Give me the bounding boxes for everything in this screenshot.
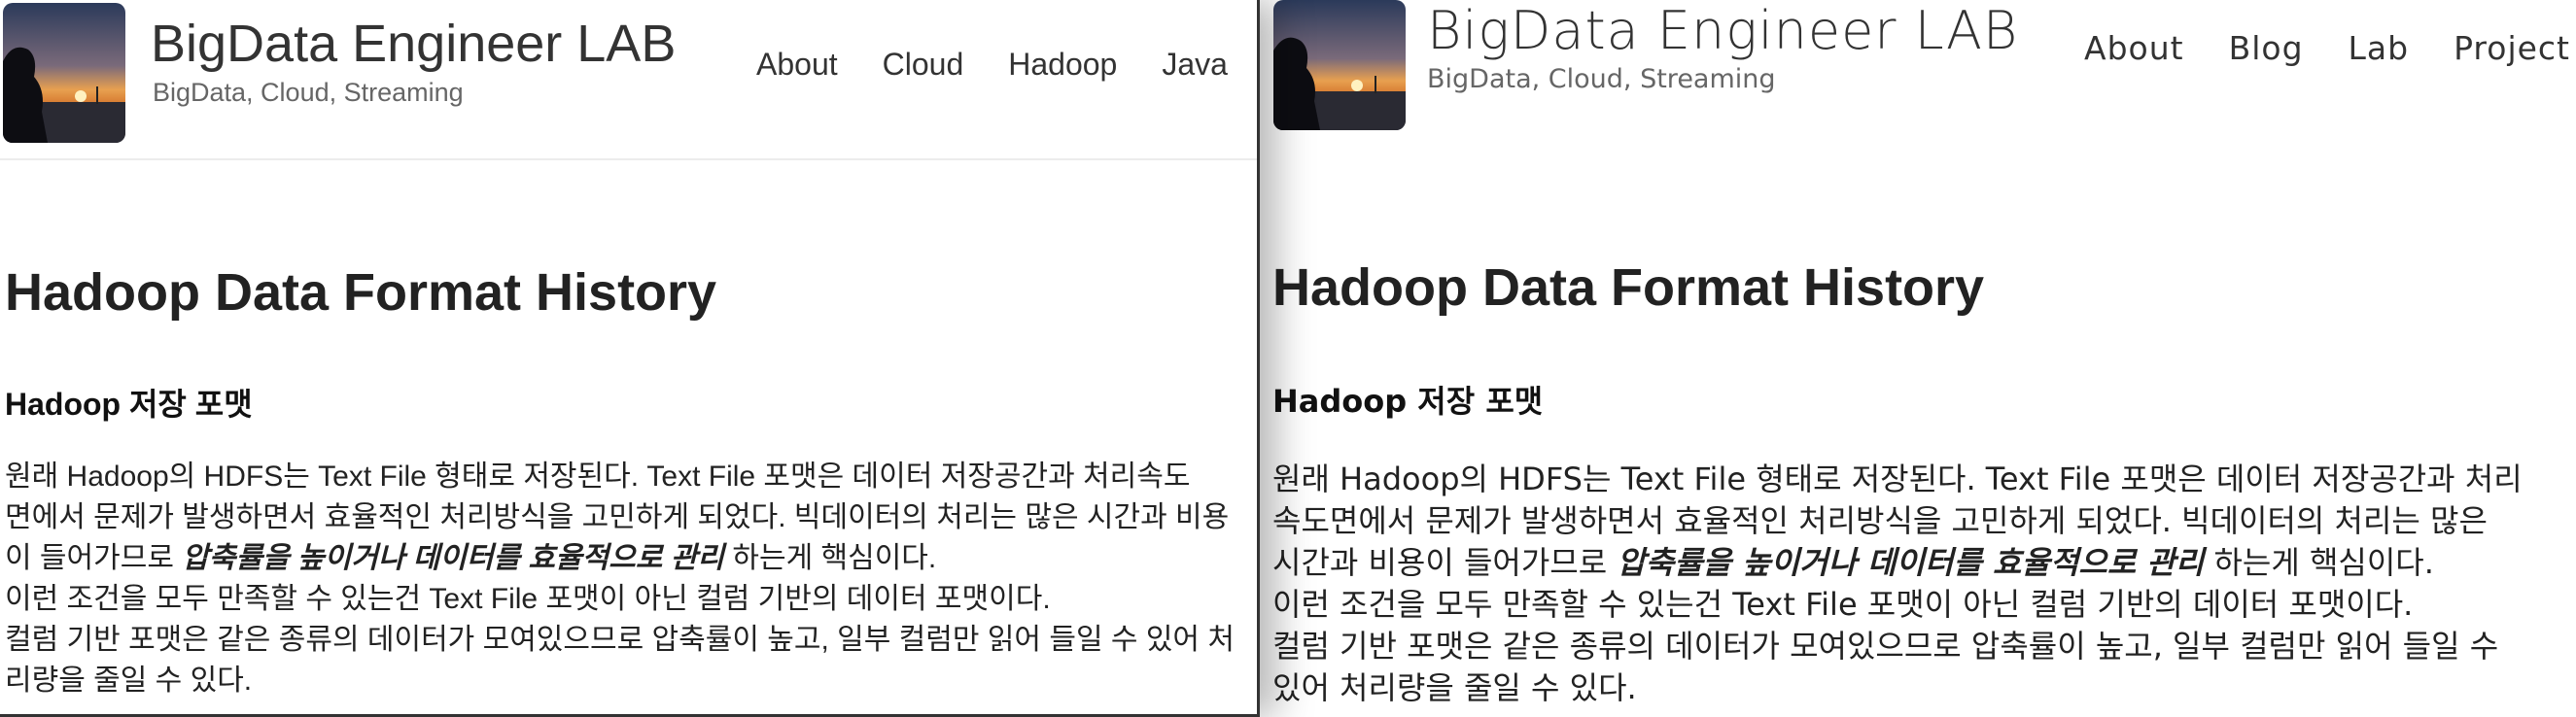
body-line: 이 들어가므로 압축률을 높이거나 데이터를 효율적으로 관리 하는게 핵심이다… xyxy=(5,542,937,574)
nav-item-hadoop[interactable]: Hadoop xyxy=(1008,47,1117,83)
section-title: Hadoop 저장 포맷 xyxy=(1272,383,1544,420)
body-line: 속도면에서 문제가 발생하면서 효율적인 처리방식을 고민하게 되었다. 빅데이… xyxy=(1272,502,2488,539)
main-nav: About Blog Lab Project xyxy=(2084,29,2576,67)
site-header: BigData Engineer LAB BigData, Cloud, Str… xyxy=(0,0,1257,160)
right-browser-pane: BigData Engineer LAB BigData, Cloud, Str… xyxy=(1260,0,2576,717)
nav-item-project[interactable]: Project xyxy=(2454,29,2570,67)
left-browser-pane: BigData Engineer LAB BigData, Cloud, Str… xyxy=(0,0,1260,717)
site-subtitle: BigData, Cloud, Streaming xyxy=(153,78,464,107)
avatar[interactable] xyxy=(3,3,125,143)
avatar[interactable] xyxy=(1273,0,1406,130)
emphasized-text: 압축률을 높이거나 데이터를 효율적으로 관리 xyxy=(182,542,725,574)
body-line: 원래 Hadoop의 HDFS는 Text File 형태로 저장된다. Tex… xyxy=(5,461,1191,493)
body-line: 리량을 줄일 수 있다. xyxy=(5,665,253,697)
emphasized-text: 압축률을 높이거나 데이터를 효율적으로 관리 xyxy=(1617,544,2205,581)
post-title: Hadoop Data Format History xyxy=(1272,258,1985,317)
body-line: 이런 조건을 모두 만족할 수 있는건 Text File 포맷이 아닌 컬럼 … xyxy=(1272,586,2414,623)
nav-item-lab[interactable]: Lab xyxy=(2349,29,2410,67)
main-nav: About Cloud Hadoop Java xyxy=(756,47,1257,83)
nav-item-cloud[interactable]: Cloud xyxy=(883,47,964,83)
post-body: 원래 Hadoop의 HDFS는 Text File 형태로 저장된다. Tex… xyxy=(5,457,1235,701)
nav-item-about[interactable]: About xyxy=(756,47,838,83)
body-line: 컬럼 기반 포맷은 같은 종류의 데이터가 모여있으므로 압축률이 높고, 일부… xyxy=(1272,628,2499,665)
body-line: 시간과 비용이 들어가므로 압축률을 높이거나 데이터를 효율적으로 관리 하는… xyxy=(1272,544,2434,581)
body-line: 이런 조건을 모두 만족할 수 있는건 Text File 포맷이 아닌 컬럼 … xyxy=(5,583,1051,615)
nav-item-blog[interactable]: Blog xyxy=(2229,29,2304,67)
post-body: 원래 Hadoop의 HDFS는 Text File 형태로 저장된다. Tex… xyxy=(1272,459,2523,709)
body-line: 면에서 문제가 발생하면서 효율적인 처리방식을 고민하게 되었다. 빅데이터의… xyxy=(5,501,1230,533)
body-line: 원래 Hadoop의 HDFS는 Text File 형태로 저장된다. Tex… xyxy=(1272,461,2523,497)
body-line: 있어 처리량을 줄일 수 있다. xyxy=(1272,669,1637,706)
site-title[interactable]: BigData Engineer LAB xyxy=(1427,0,2018,61)
site-subtitle: BigData, Cloud, Streaming xyxy=(1427,64,1776,94)
nav-item-about[interactable]: About xyxy=(2084,29,2184,67)
sunset-photo-icon xyxy=(3,3,125,143)
sunset-photo-icon xyxy=(1273,0,1406,130)
site-header: BigData Engineer LAB BigData, Cloud, Str… xyxy=(1260,0,2576,160)
body-line: 컬럼 기반 포맷은 같은 종류의 데이터가 모여있으므로 압축률이 높고, 일부… xyxy=(5,624,1235,656)
section-title: Hadoop 저장 포맷 xyxy=(5,387,253,422)
site-title[interactable]: BigData Engineer LAB xyxy=(151,14,676,74)
post-title: Hadoop Data Format History xyxy=(5,263,717,322)
nav-item-java[interactable]: Java xyxy=(1162,47,1228,83)
